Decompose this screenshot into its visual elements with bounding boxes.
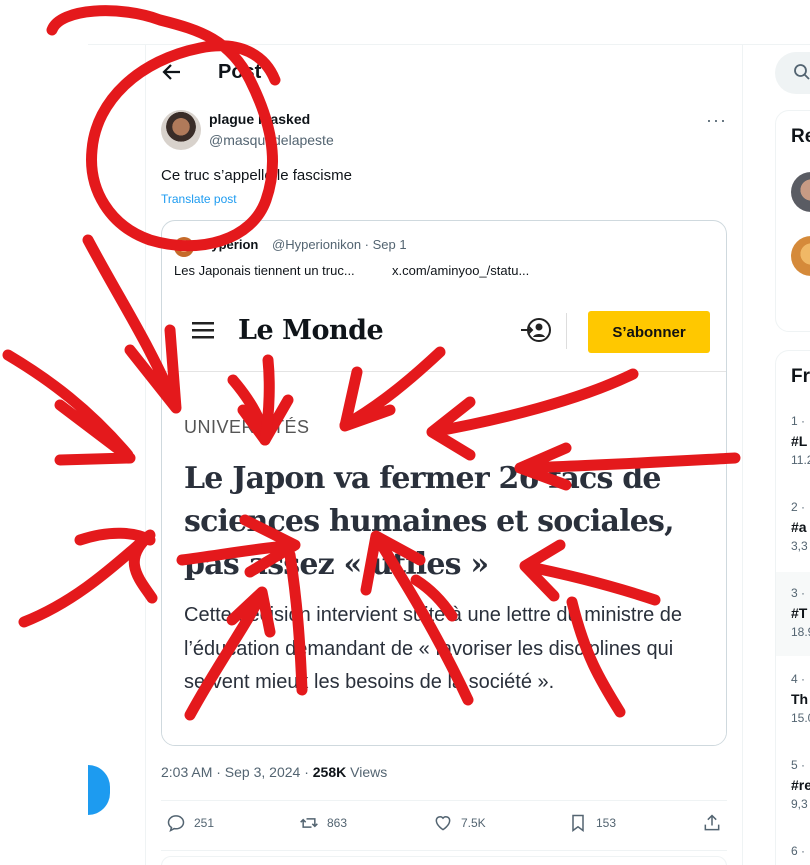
views-label: Views xyxy=(350,764,388,780)
actions-divider-top xyxy=(161,800,727,801)
quoted-post-link[interactable]: x.com/aminyoo_/statu... xyxy=(392,263,529,278)
main-column-left-border xyxy=(145,44,146,865)
trend-rank: 3 · xyxy=(791,586,806,600)
trend-name: #L xyxy=(791,433,808,449)
header-separator xyxy=(566,313,567,349)
reply-button[interactable]: 251 xyxy=(166,812,214,834)
views-count: 258K xyxy=(312,764,347,780)
trend-rank: 1 · xyxy=(791,414,806,428)
post-timestamp[interactable]: 2:03 AM · Sep 3, 2024 · xyxy=(161,764,309,780)
trends-title: Fr xyxy=(791,366,810,387)
le-monde-logo: Le Monde xyxy=(238,315,384,346)
page-title: Post xyxy=(218,61,262,83)
quoted-post-text: Les Japonais tiennent un truc... xyxy=(174,263,355,278)
trend-item[interactable]: 4 · Th 15.0 xyxy=(791,672,810,725)
heart-icon xyxy=(435,816,451,831)
quoted-author-name: Hyperion xyxy=(202,237,259,252)
search-icon xyxy=(794,64,810,80)
quoted-post-card[interactable]: Hyperion @Hyperionikon · Sep 1 Les Japon… xyxy=(161,220,727,746)
trend-count: 18.9 xyxy=(791,625,810,639)
top-divider xyxy=(88,44,810,45)
reply-count: 251 xyxy=(194,816,215,830)
trend-rank: 2 · xyxy=(791,500,806,514)
trend-item[interactable]: 3 · #T 18.9 xyxy=(791,586,810,639)
more-options-icon[interactable]: ··· xyxy=(706,110,728,130)
article-headline: Le Japon va fermer 26 facs de sciences h… xyxy=(184,461,675,582)
reply-icon xyxy=(167,815,185,832)
trend-item[interactable]: 1 · #L 11.2 xyxy=(791,414,810,467)
trend-count: 15.0 xyxy=(791,711,810,725)
author-handle[interactable]: @masquedelapeste xyxy=(209,132,334,148)
annotation-arrow xyxy=(18,527,158,628)
repost-count: 863 xyxy=(327,816,348,830)
trend-rank: 5 · xyxy=(791,758,806,772)
repost-icon xyxy=(300,818,318,828)
translate-post-link[interactable]: Translate post xyxy=(161,192,237,206)
trend-rank: 6 · xyxy=(791,844,806,858)
article-lede: Cette décision intervient suite à une le… xyxy=(184,604,683,693)
author-display-name[interactable]: plague masked xyxy=(209,111,310,127)
trend-count: 9,3 xyxy=(791,797,808,811)
hamburger-menu-icon xyxy=(192,322,214,339)
post-timestamp-views: 2:03 AM · Sep 3, 2024 · 258K Views xyxy=(161,764,387,780)
trend-count: 3,3 xyxy=(791,539,808,553)
like-count: 7.5K xyxy=(461,816,486,830)
actions-divider-bottom xyxy=(161,850,727,851)
subscribe-button: S’abonner xyxy=(588,311,710,353)
post-text: Ce truc s’appelle le fascisme xyxy=(161,167,352,184)
bookmark-count: 153 xyxy=(596,816,617,830)
bookmark-icon xyxy=(572,814,584,832)
back-arrow-icon[interactable] xyxy=(160,60,184,84)
annotation-arrow xyxy=(2,349,136,466)
header-divider xyxy=(162,371,726,372)
compose-post-button[interactable] xyxy=(88,765,110,815)
article-section: UNIVERSITÉS xyxy=(184,417,310,437)
trend-name: #T xyxy=(791,605,808,621)
share-icon xyxy=(704,814,720,831)
quoted-author-handle-date: @Hyperionikon · Sep 1 xyxy=(272,237,407,252)
trend-rank: 4 · xyxy=(791,672,806,686)
trend-name: #a xyxy=(791,519,807,535)
author-avatar[interactable] xyxy=(161,110,201,150)
reply-composer[interactable] xyxy=(161,856,727,865)
login-icon xyxy=(521,318,551,342)
trend-count: 11.2 xyxy=(791,453,810,467)
share-button[interactable] xyxy=(702,812,730,834)
quoted-author-avatar xyxy=(174,237,194,257)
trend-name: #re xyxy=(791,777,810,793)
relevant-people-title: Re xyxy=(791,126,810,147)
like-button[interactable]: 7.5K xyxy=(433,812,486,834)
bookmark-button[interactable]: 153 xyxy=(568,812,616,834)
main-column-right-border xyxy=(742,44,743,865)
trend-item[interactable]: 6 · xyxy=(791,844,805,858)
repost-button[interactable]: 863 xyxy=(299,812,347,834)
trend-item[interactable]: 5 · #re 9,3 xyxy=(791,758,810,811)
quoted-media-image[interactable]: Le Monde S’abonner UNIVERSITÉS Le Japon … xyxy=(162,289,726,745)
trend-name: Th xyxy=(791,691,809,707)
trend-item[interactable]: 2 · #a 3,3 xyxy=(791,500,808,553)
